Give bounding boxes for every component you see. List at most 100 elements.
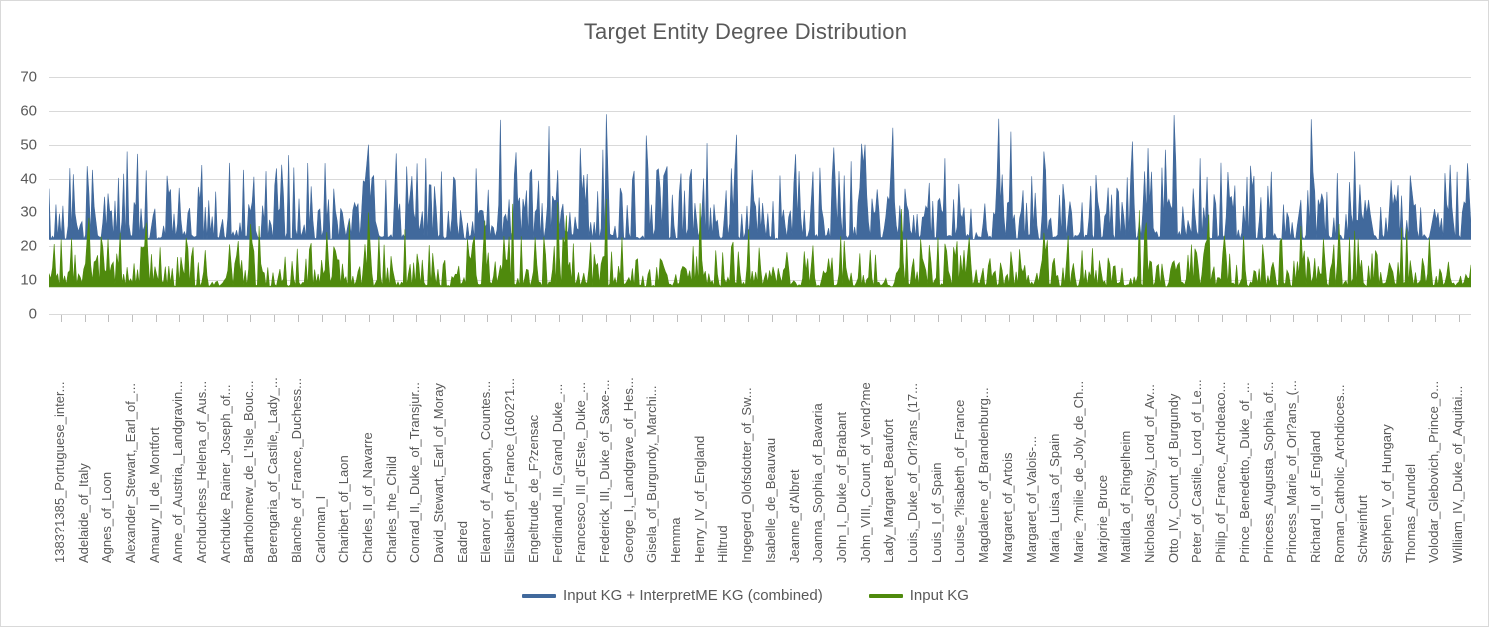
x-axis-tick <box>487 315 489 322</box>
x-axis-tick <box>155 315 157 322</box>
x-tick-label: Bartholomew_de_L'Isle_Bouc... <box>241 380 257 563</box>
x-axis-tick <box>179 315 181 322</box>
x-tick-label: Anne_of_Austria,_Landgravin... <box>170 380 186 563</box>
x-tick-label: Henry_IV_of_England <box>691 435 707 563</box>
x-axis-tick <box>463 315 465 322</box>
x-tick-label: Thomas_Arundel <box>1402 464 1418 563</box>
x-axis-tick <box>1056 315 1058 322</box>
x-axis-tick <box>771 315 773 322</box>
x-tick-label: Louis_I_of_Spain <box>928 462 944 563</box>
x-axis-tick <box>84 315 86 322</box>
x-tick-label: Magdalene_of_Brandenburg... <box>976 387 992 563</box>
x-axis-tick <box>1222 315 1224 322</box>
legend-swatch-icon <box>522 593 557 598</box>
x-axis-tick <box>297 315 299 322</box>
x-tick-label: Lady_Margaret_Beaufort <box>881 419 897 563</box>
x-axis-tick <box>60 315 62 322</box>
x-axis-tick <box>629 315 631 322</box>
x-tick-label: Hiltrud <box>715 525 731 563</box>
x-axis-tick <box>250 315 252 322</box>
x-axis-tick <box>724 315 726 322</box>
x-axis-tick <box>1198 315 1200 322</box>
legend-label: Input KG <box>909 587 969 604</box>
x-axis-tick <box>700 315 702 322</box>
x-tick-label: Peter_of_Castile,_Lord_of_Le... <box>1189 379 1205 563</box>
x-tick-label: Margaret_of_Artois <box>999 452 1015 563</box>
x-axis-tick <box>1127 315 1129 322</box>
x-axis-tick <box>1388 315 1390 322</box>
chart-legend: Input KG + InterpretME KG (combined) Inpu… <box>1 587 1490 604</box>
x-axis-tick <box>274 315 276 322</box>
chart-title: Target Entity Degree Distribution <box>583 19 908 44</box>
x-tick-label: Louise_?lisabeth_of_France <box>952 399 968 563</box>
x-axis-tick <box>321 315 323 322</box>
chart-container: Target Entity Degree Distribution 0 10 20 3… <box>0 0 1489 627</box>
x-axis-ticks <box>49 315 1471 322</box>
y-tick-label: 50 <box>20 136 37 154</box>
x-tick-label: Archduke_Rainer_Joseph_of... <box>217 384 233 563</box>
x-tick-label: Gisela_of_Burgundy,_Marchi... <box>644 385 660 563</box>
x-axis-tick <box>416 315 418 322</box>
x-tick-label: Ingegerd_Olofsdotter_of_Sw... <box>739 387 755 563</box>
x-tick-label: Princess_Marie_of_Orl?ans_(... <box>1284 380 1300 563</box>
x-tick-label: Agnes_of_Loon <box>99 471 115 563</box>
legend-item[interactable]: Input KG <box>868 587 969 604</box>
x-axis-tick <box>985 315 987 322</box>
y-tick-label: 40 <box>20 170 37 188</box>
x-tick-label: Philip_of_France,_Archdeaco... <box>1213 381 1229 563</box>
x-axis-tick <box>131 315 133 322</box>
x-tick-label: Charibert_of_Laon <box>336 455 352 563</box>
y-tick-label: 70 <box>20 68 37 86</box>
x-tick-label: Blanche_of_France,_Duchess... <box>288 378 304 563</box>
x-axis-tick <box>108 315 110 322</box>
x-axis-tick <box>677 315 679 322</box>
legend-item[interactable]: Input KG + InterpretME KG (combined) <box>522 587 823 604</box>
x-axis-tick <box>1316 315 1318 322</box>
x-axis-tick <box>866 315 868 322</box>
x-axis-tick <box>345 315 347 322</box>
x-tick-label: Stephen_V_of_Hungary <box>1379 424 1395 563</box>
x-axis-tick <box>1032 315 1034 322</box>
x-axis-tick <box>203 315 205 322</box>
x-tick-label: Engeltrude_de_F?zensac <box>525 414 541 563</box>
x-axis-tick <box>392 315 394 322</box>
x-axis-labels: 1383?1385_Portuguese_inter... Adelaide_of… <box>49 323 1471 563</box>
x-axis-tick <box>795 315 797 322</box>
x-axis-tick <box>511 315 513 322</box>
x-tick-label: Matilda_of_Ringelheim <box>1118 430 1134 563</box>
legend-label: Input KG + InterpretME KG (combined) <box>563 587 823 604</box>
x-tick-label: Volodar_Glebovich,_Prince_o... <box>1426 380 1442 563</box>
x-tick-label: Schweinfurt <box>1355 495 1371 563</box>
x-axis-tick <box>368 315 370 322</box>
x-tick-label: Isabelle_de_Beauvau <box>762 437 778 563</box>
x-axis-tick <box>605 315 607 322</box>
x-tick-label: Adelaide_of_Italy <box>75 463 91 563</box>
plot-area <box>49 77 1471 315</box>
x-axis-tick <box>819 315 821 322</box>
y-tick-label: 30 <box>20 203 37 221</box>
x-tick-label: Jeanne_d'Albret <box>786 469 802 563</box>
x-tick-label: Hemma <box>668 517 684 563</box>
x-tick-label: Richard_II_of_England <box>1307 430 1323 563</box>
x-tick-label: Louis,_Duke_of_Orl?ans_(17... <box>905 383 921 563</box>
x-axis-tick <box>558 315 560 322</box>
x-axis-tick <box>1245 315 1247 322</box>
series-canvas <box>49 114 1471 288</box>
y-tick-label: 20 <box>20 237 37 255</box>
x-axis-tick <box>1269 315 1271 322</box>
x-axis-tick <box>1079 315 1081 322</box>
x-tick-label: Archduchess_Helena_of_Aus... <box>194 380 210 563</box>
x-axis-tick <box>582 315 584 322</box>
y-tick-label: 0 <box>28 305 37 323</box>
x-axis-tick <box>1435 315 1437 322</box>
x-tick-label: Maria_Luisa_of_Spain <box>1047 433 1063 563</box>
x-axis-tick <box>440 315 442 322</box>
x-tick-label: Ferdinand_III,_Grand_Duke_... <box>549 383 565 563</box>
x-tick-label: Charles_II_of_Navarre <box>359 432 375 563</box>
x-tick-label: Charles_the_Child <box>383 456 399 563</box>
x-axis-tick <box>534 315 536 322</box>
x-axis-tick <box>1151 315 1153 322</box>
x-tick-label: Eadred <box>454 521 470 563</box>
x-tick-label: Alexander_Stewart,_Earl_of_... <box>122 383 138 563</box>
x-axis-tick <box>961 315 963 322</box>
